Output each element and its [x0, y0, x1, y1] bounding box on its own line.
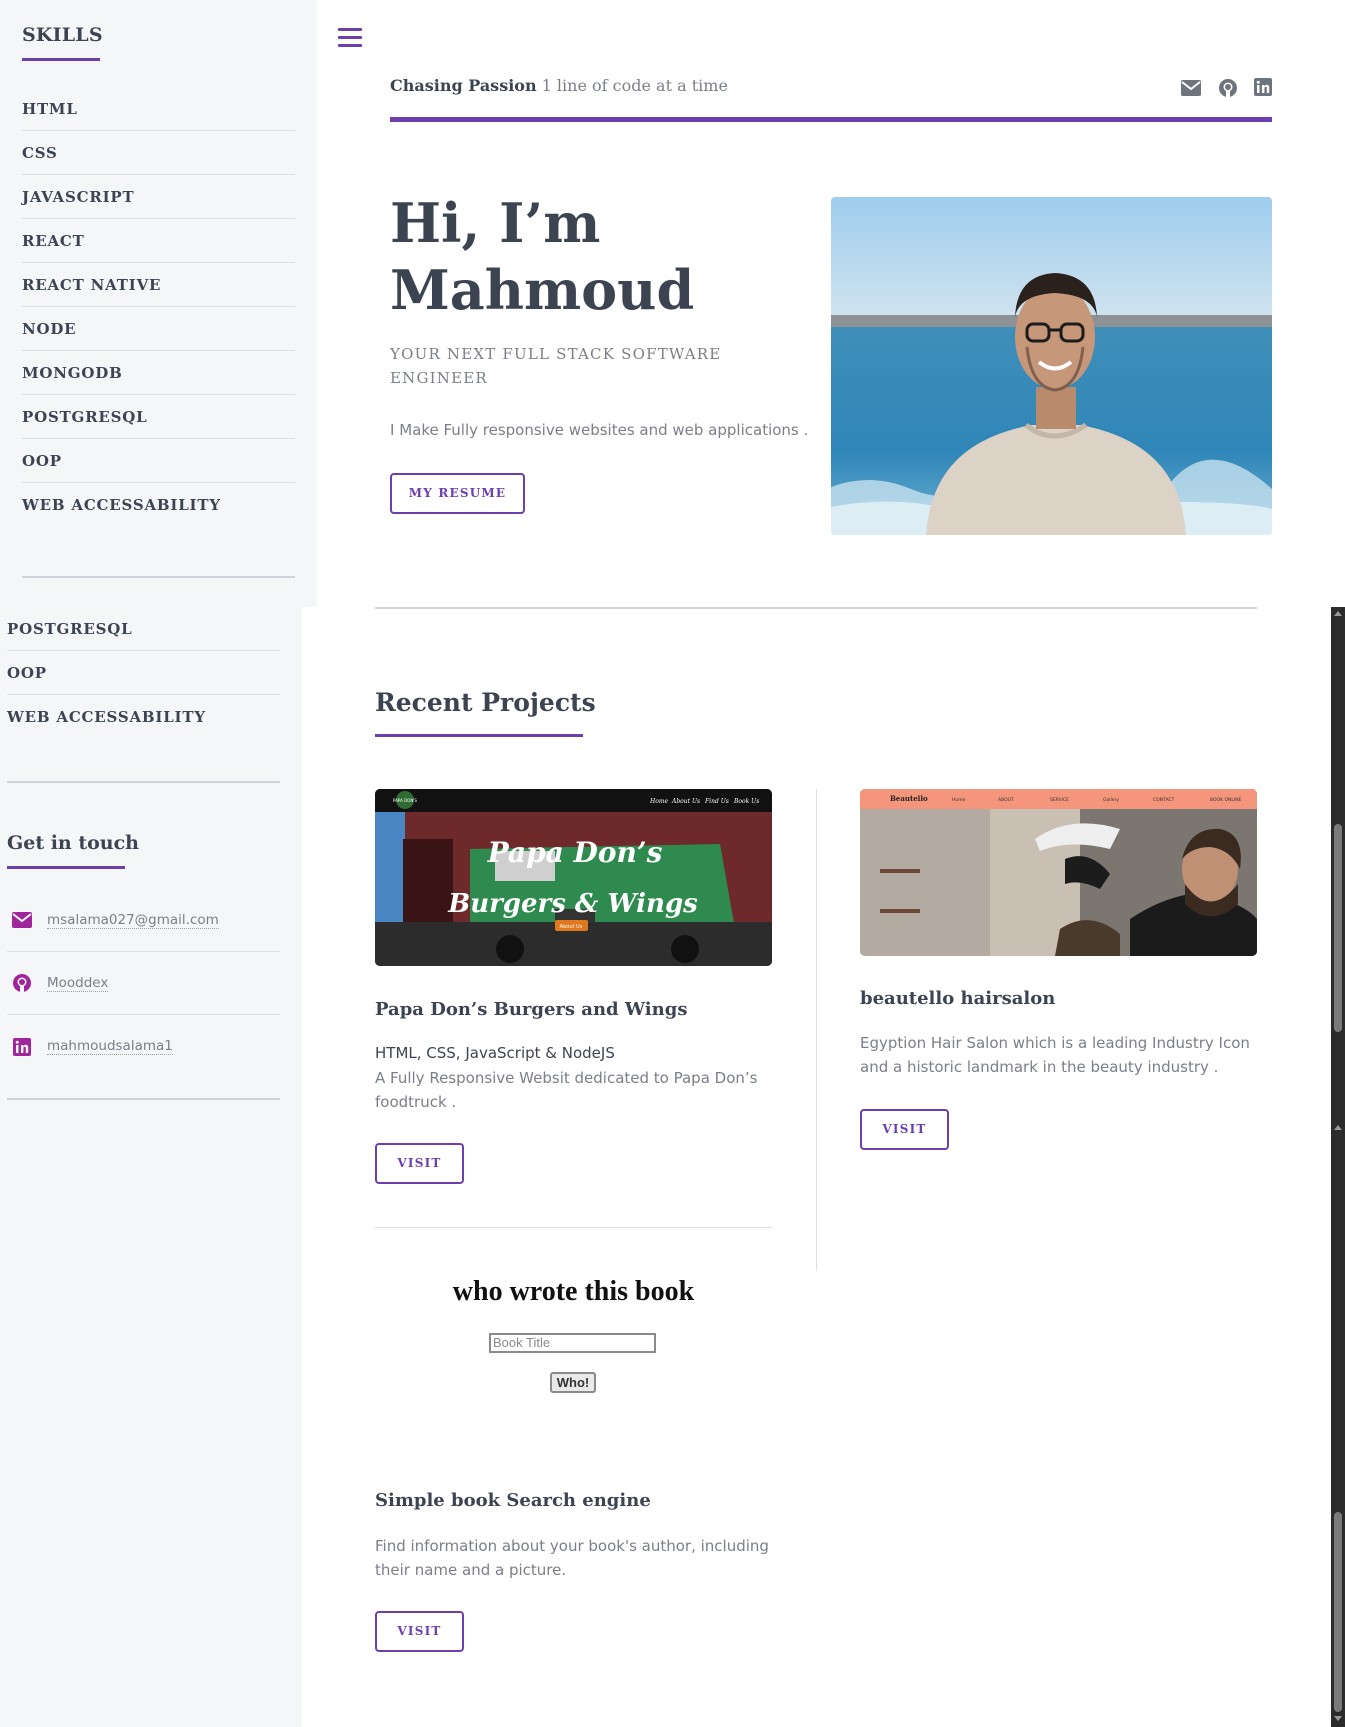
skill-item-html: HTML [22, 87, 295, 131]
book-title-input: Book Title [489, 1333, 656, 1353]
hero-title-line2: Mahmoud [390, 258, 695, 322]
contact-item-linkedin: mahmoudsalama1 [7, 1015, 280, 1078]
sidebar-divider [22, 576, 295, 578]
project-description: A Fully Responsive Websit dedicated to P… [375, 1069, 758, 1111]
hero-title-line1: Hi, I’m [390, 191, 601, 255]
contact-list: msalama027@gmail.com Mooddex mahmoudsala… [7, 889, 280, 1078]
beautello-brand: Beautello [890, 794, 928, 803]
skills-list-scrolled: POSTGRESQL OOP WEB ACCESSABILITY [7, 607, 280, 739]
section-divider [375, 607, 1257, 609]
beautello-nav-contact: CONTACT [1153, 797, 1175, 803]
skill-item-web-accessability: WEB ACCESSABILITY [22, 496, 221, 514]
sidebar-divider [7, 1098, 280, 1100]
menu-icon[interactable] [338, 28, 362, 50]
column-divider [816, 789, 817, 1271]
linkedin-link[interactable]: mahmoudsalama1 [47, 1038, 173, 1055]
contact-item-github: Mooddex [7, 952, 280, 1015]
linkedin-icon [7, 1037, 37, 1056]
project-title: beautello hairsalon [860, 988, 1056, 1009]
email-link[interactable]: msalama027@gmail.com [47, 912, 219, 929]
header-underline [390, 117, 1272, 122]
sidebar-scrolled: POSTGRESQL OOP WEB ACCESSABILITY Get in … [0, 607, 302, 1727]
hero-subtitle: YOUR NEXT FULL STACK SOFTWARE ENGINEER [390, 345, 722, 387]
github-link[interactable]: Mooddex [47, 975, 109, 992]
hero-title: Hi, I’m Mahmoud [390, 190, 790, 324]
project-tech: HTML, CSS, JavaScript & NodeJS [375, 1044, 615, 1062]
get-in-touch-underline [7, 866, 125, 869]
who-button: Who! [550, 1372, 596, 1393]
visit-button[interactable]: VISIT [375, 1143, 464, 1184]
project-title: Simple book Search engine [375, 1490, 651, 1511]
skill-item-react-native: REACT NATIVE [22, 263, 295, 307]
github-icon[interactable] [1218, 78, 1238, 98]
linkedin-icon[interactable] [1254, 78, 1274, 98]
beautello-nav-about: ABOUT [998, 797, 1014, 803]
scroll-down-arrow[interactable] [1334, 1716, 1342, 1721]
skill-item-web-accessability: WEB ACCESSABILITY [7, 708, 206, 726]
project-screenshot-papa-dons[interactable]: PAPA DON'S Home About Us Find Us Book Us… [375, 789, 772, 966]
papa-cta: About Us [560, 924, 583, 930]
skill-item-postgresql: POSTGRESQL [7, 607, 280, 651]
skill-item-javascript: JAVASCRIPT [22, 175, 295, 219]
beautello-nav-gallery: Gallery [1103, 797, 1119, 803]
tagline: Chasing Passion 1 line of code at a time [390, 76, 728, 95]
resume-button[interactable]: MY RESUME [390, 473, 525, 514]
contact-item-email: msalama027@gmail.com [7, 889, 280, 952]
sidebar: SKILLS HTML CSS JAVASCRIPT REACT REACT N… [0, 0, 317, 607]
scroll-thumb[interactable] [1334, 1512, 1342, 1712]
hero-description: I Make Fully responsive websites and web… [390, 421, 809, 439]
papa-nav-about: About Us [671, 798, 700, 805]
beautello-nav-service: SERVICE [1050, 797, 1069, 803]
skill-item-mongodb: MONGODB [22, 351, 295, 395]
skill-item-css: CSS [22, 131, 295, 175]
skills-heading: SKILLS [22, 24, 103, 46]
skill-item-postgresql: POSTGRESQL [22, 395, 295, 439]
scroll-thumb[interactable] [1334, 824, 1342, 1032]
skills-list: HTML CSS JAVASCRIPT REACT REACT NATIVE N… [22, 87, 295, 527]
skill-item-node: NODE [22, 307, 295, 351]
visit-button[interactable]: VISIT [860, 1109, 949, 1150]
skills-heading-underline [22, 58, 100, 61]
sidebar-divider [7, 781, 280, 783]
project-title: Papa Don’s Burgers and Wings [375, 999, 688, 1020]
papa-dons-logo: PAPA DON'S [393, 798, 417, 803]
envelope-icon [7, 912, 37, 928]
visit-button[interactable]: VISIT [375, 1611, 464, 1652]
beautello-nav-home: Home [952, 797, 966, 803]
scroll-up-arrow[interactable] [1334, 611, 1342, 616]
beautello-nav-book: BOOK ONLINE [1210, 797, 1242, 803]
projects-heading-underline [375, 734, 583, 737]
book-search-heading: who wrote this book [452, 1276, 695, 1307]
scrollbar[interactable] [1331, 607, 1345, 1727]
papa-nav-home: Home [649, 798, 669, 805]
skill-item-oop: OOP [7, 651, 280, 695]
project-screenshot-beautello[interactable]: Beautello Home ABOUT SERVICE Gallery CON… [860, 789, 1257, 956]
github-icon [7, 973, 37, 993]
papa-nav-find: Find Us [704, 798, 729, 805]
project-screenshot-book-search[interactable]: who wrote this book Book Title Who! [375, 1262, 772, 1422]
tagline-rest: 1 line of code at a time [536, 76, 728, 95]
project-description: Egyption Hair Salon which is a leading I… [860, 1034, 1250, 1076]
project-divider [375, 1227, 772, 1228]
papa-nav-book: Book Us [733, 798, 759, 805]
profile-photo [831, 197, 1272, 535]
projects-heading: Recent Projects [375, 688, 596, 717]
scroll-up-arrow[interactable] [1334, 1125, 1342, 1130]
tagline-bold: Chasing Passion [390, 76, 537, 95]
papa-headline-1: Papa Don’s [487, 836, 663, 869]
get-in-touch-heading: Get in touch [7, 832, 139, 854]
envelope-icon[interactable] [1181, 78, 1201, 98]
papa-headline-2: Burgers & Wings [447, 889, 698, 919]
project-description: Find information about your book's autho… [375, 1537, 769, 1579]
skill-item-react: REACT [22, 219, 295, 263]
skill-item-oop: OOP [22, 439, 295, 483]
